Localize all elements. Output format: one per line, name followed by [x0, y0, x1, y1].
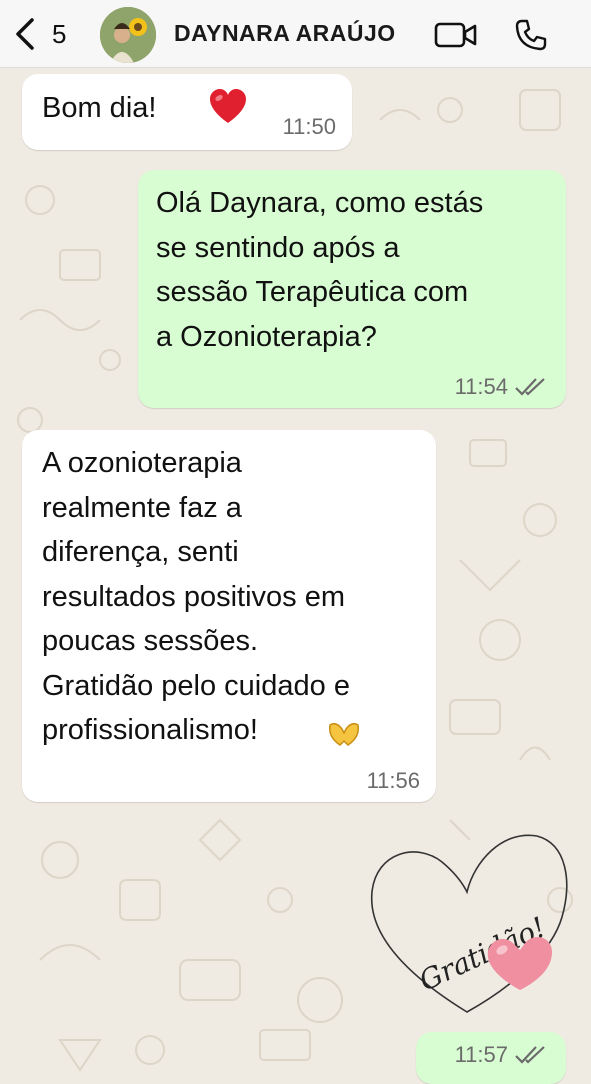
heart-hands-emoji-icon: [328, 722, 360, 746]
phone-call-icon[interactable]: [514, 18, 548, 52]
message-time: 11:54: [454, 374, 508, 399]
back-button[interactable]: 5: [12, 14, 82, 54]
video-call-icon[interactable]: [434, 20, 478, 50]
double-check-icon: [515, 378, 545, 396]
contact-name[interactable]: DAYNARA ARAÚJO: [174, 20, 396, 47]
message-bubble-incoming[interactable]: A ozonioterapia realmente faz a diferenç…: [22, 430, 436, 802]
message-time: 11:56: [366, 768, 420, 793]
message-bubble-outgoing[interactable]: Olá Daynara, como estás se sentindo após…: [138, 170, 566, 408]
chat-header: 5 DAYNARA ARAÚJO: [0, 0, 591, 68]
chevron-left-icon: [16, 18, 34, 50]
gratidao-heart-sticker[interactable]: Gratidão!: [362, 822, 572, 1026]
message-bubble-incoming[interactable]: Bom dia! 11:50: [22, 74, 352, 150]
message-text: A ozonioterapia realmente faz a diferenç…: [42, 447, 350, 746]
message-time: 11:50: [282, 114, 336, 139]
double-check-icon: [515, 1046, 545, 1064]
message-time: 11:57: [454, 1042, 508, 1067]
message-text: Bom dia!: [42, 92, 157, 124]
message-text: Olá Daynara, como estás se sentindo após…: [156, 187, 484, 353]
unread-count: 5: [52, 18, 67, 49]
sticker-meta: 11:57: [416, 1032, 566, 1084]
avatar[interactable]: [100, 7, 156, 63]
message-meta: 11:54: [455, 374, 548, 400]
red-heart-emoji-icon: [210, 89, 246, 123]
